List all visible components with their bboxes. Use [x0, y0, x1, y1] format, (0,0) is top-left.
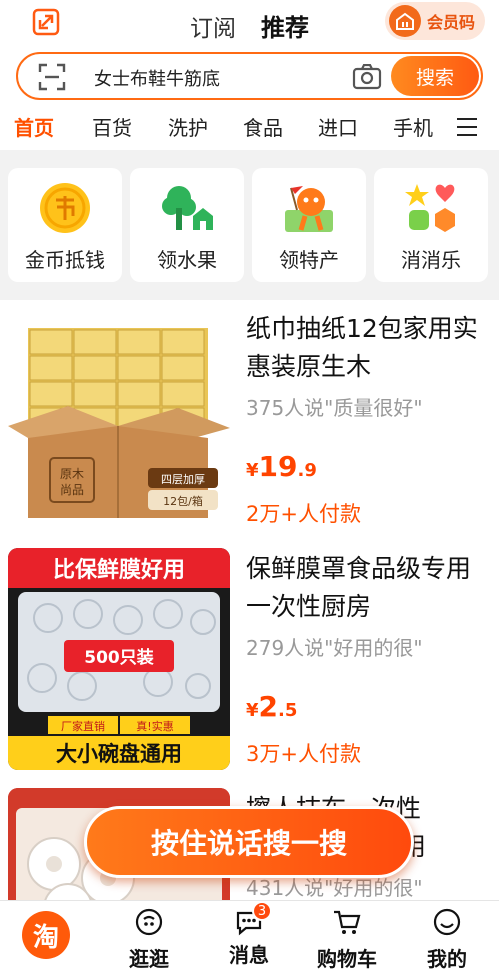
match-game-icon	[405, 184, 455, 232]
nav-label: 购物车	[317, 947, 377, 970]
member-code-button[interactable]: 会员码	[384, 2, 485, 40]
search-button[interactable]: 搜索	[391, 56, 479, 96]
product-image[interactable]: 比保鲜膜好用 500只装 厂家直销 真!实惠 大小碗盘通用	[8, 548, 230, 770]
shortcut-label: 消消乐	[401, 248, 461, 272]
tab-subscribe[interactable]: 订阅	[190, 9, 236, 43]
category-general[interactable]: 百货	[92, 112, 132, 141]
product-image[interactable]: 原木 尚品 四层加厚 12包/箱	[8, 308, 230, 530]
message-badge: 3	[252, 901, 272, 921]
price-integer: 2	[258, 690, 279, 723]
box-brand-line1: 原木	[60, 467, 84, 481]
profile-icon	[433, 908, 461, 936]
tree-icon	[162, 186, 213, 230]
scan-icon[interactable]	[38, 63, 66, 91]
product-title: 保鲜膜罩食品级专用一次性厨房	[246, 554, 472, 621]
bottom-nav: 淘 逛逛 3 消息 购物车 我的	[0, 900, 499, 970]
shortcut-match-game[interactable]: 消消乐	[374, 168, 488, 282]
category-care[interactable]: 洗护	[168, 112, 208, 141]
gold-coin-icon	[40, 183, 90, 233]
product-title: 纸巾抽纸12包家用实惠装原生木	[246, 314, 478, 381]
price-currency: ¥	[246, 700, 259, 721]
cart-icon	[334, 910, 361, 934]
shortcut-fruit[interactable]: 领水果	[130, 168, 244, 282]
product-reviews: 279人说"好用的很"	[246, 636, 423, 660]
member-code-label: 会员码	[426, 13, 475, 32]
category-food[interactable]: 食品	[243, 112, 283, 141]
nav-home[interactable]: 淘	[0, 901, 90, 970]
product-sales: 3万+人付款	[246, 742, 361, 766]
mascot-icon	[285, 186, 333, 232]
camera-icon[interactable]	[352, 64, 382, 90]
search-bar: 女士布鞋牛筋底 搜索	[16, 52, 483, 100]
product-card-cling-film[interactable]: 比保鲜膜好用 500只装 厂家直销 真!实惠 大小碗盘通用 保鲜膜罩食品级专用一…	[0, 540, 499, 778]
member-code-icon	[388, 5, 421, 37]
nav-profile[interactable]: 我的	[402, 901, 492, 970]
price-currency: ¥	[246, 460, 259, 481]
message-icon: 3	[234, 901, 272, 937]
nav-label: 逛逛	[129, 947, 169, 970]
shortcut-specialty[interactable]: 领特产	[252, 168, 366, 282]
image-quantity: 500只装	[84, 647, 154, 668]
product-card-tissue[interactable]: 原木 尚品 四层加厚 12包/箱 纸巾抽纸12包家用实惠装原生木 375人说"质…	[0, 300, 499, 538]
box-badge-layers: 四层加厚	[161, 473, 205, 486]
tab-recommend[interactable]: 推荐	[261, 8, 309, 43]
category-import[interactable]: 进口	[318, 112, 358, 141]
nav-label: 我的	[427, 947, 467, 970]
image-footer: 大小碗盘通用	[56, 742, 182, 766]
stroll-icon	[135, 908, 163, 936]
shortcut-label: 领特产	[279, 248, 339, 272]
nav-stroll[interactable]: 逛逛	[104, 901, 194, 970]
voice-search-button[interactable]: 按住说话搜一搜	[84, 806, 414, 878]
product-sales: 2万+人付款	[246, 502, 361, 526]
shortcut-label: 金币抵钱	[25, 248, 105, 272]
image-headline: 比保鲜膜好用	[53, 557, 185, 583]
image-factory: 厂家直销	[61, 719, 105, 733]
search-input[interactable]: 女士布鞋牛筋底	[94, 65, 220, 91]
price-decimal: .9	[297, 460, 317, 481]
product-reviews: 375人说"质量很好"	[246, 396, 423, 420]
box-brand-line2: 尚品	[60, 483, 84, 497]
taobao-logo-icon: 淘	[22, 911, 70, 959]
shortcut-row: 金币抵钱 领水果 领特产 消消乐	[0, 150, 499, 300]
shortcut-gold-coin[interactable]: 金币抵钱	[8, 168, 122, 282]
product-price: ¥2.5	[246, 690, 297, 723]
header: 订阅 推荐 会员码 女士布鞋牛筋底 搜索 首页 百货 洗护 食品 进口 手机	[0, 0, 499, 150]
price-integer: 19	[258, 450, 298, 483]
image-value: 真!实惠	[136, 719, 173, 733]
category-menu-icon[interactable]	[457, 118, 477, 136]
product-price: ¥19.9	[246, 450, 317, 483]
box-badge-count: 12包/箱	[163, 494, 203, 508]
category-home[interactable]: 首页	[14, 112, 54, 141]
category-tabs: 首页 百货 洗护 食品 进口 手机	[0, 112, 499, 142]
category-phone[interactable]: 手机	[393, 112, 433, 141]
price-decimal: .5	[278, 700, 298, 721]
nav-label: 消息	[229, 943, 269, 967]
shortcut-label: 领水果	[157, 248, 217, 272]
nav-messages[interactable]: 3 消息	[204, 901, 294, 970]
nav-cart[interactable]: 购物车	[302, 901, 392, 970]
